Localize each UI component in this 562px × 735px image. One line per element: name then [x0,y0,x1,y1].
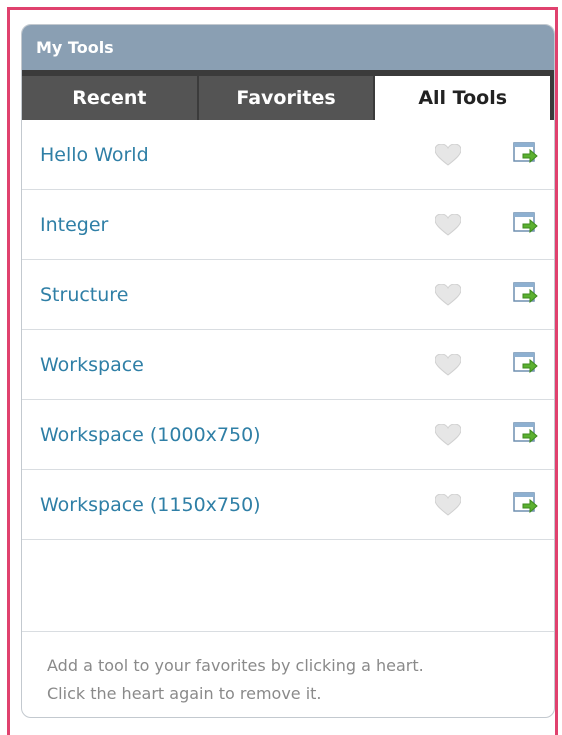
tool-row: Hello World [22,120,554,190]
heart-icon[interactable] [435,214,461,236]
heart-icon[interactable] [435,494,461,516]
heart-icon[interactable] [435,354,461,376]
tool-row: Workspace (1150x750) [22,470,554,540]
launch-window-icon[interactable] [513,422,539,446]
tab-recent[interactable]: Recent [22,76,199,120]
launch-window-icon[interactable] [513,352,539,376]
tool-link[interactable]: Integer [22,214,554,236]
heart-icon[interactable] [435,284,461,306]
help-text: Add a tool to your favorites by clicking… [22,632,554,708]
tool-link[interactable]: Hello World [22,144,554,166]
heart-icon[interactable] [435,424,461,446]
tool-row: Workspace (1000x750) [22,400,554,470]
widget-title: My Tools [22,25,554,70]
tool-link[interactable]: Workspace (1150x750) [22,494,554,516]
tab-all-tools[interactable]: All Tools [375,76,551,120]
launch-window-icon[interactable] [513,142,539,166]
tool-link[interactable]: Workspace (1000x750) [22,424,554,446]
tool-row: Workspace [22,330,554,400]
tool-row: Structure [22,260,554,330]
help-text-line: Click the heart again to remove it. [47,684,322,703]
tab-favorites[interactable]: Favorites [198,76,376,120]
help-text-line: Add a tool to your favorites by clicking… [47,656,424,675]
heart-icon[interactable] [435,144,461,166]
tool-list: Hello World Integer Structure Workspace … [22,120,554,540]
tool-link[interactable]: Structure [22,284,554,306]
launch-window-icon[interactable] [513,282,539,306]
list-empty-space [22,540,554,632]
my-tools-widget: My Tools Recent Favorites All Tools Hell… [21,24,555,718]
tool-link[interactable]: Workspace [22,354,554,376]
tab-bar: Recent Favorites All Tools [22,70,554,120]
tool-row: Integer [22,190,554,260]
launch-window-icon[interactable] [513,492,539,516]
launch-window-icon[interactable] [513,212,539,236]
